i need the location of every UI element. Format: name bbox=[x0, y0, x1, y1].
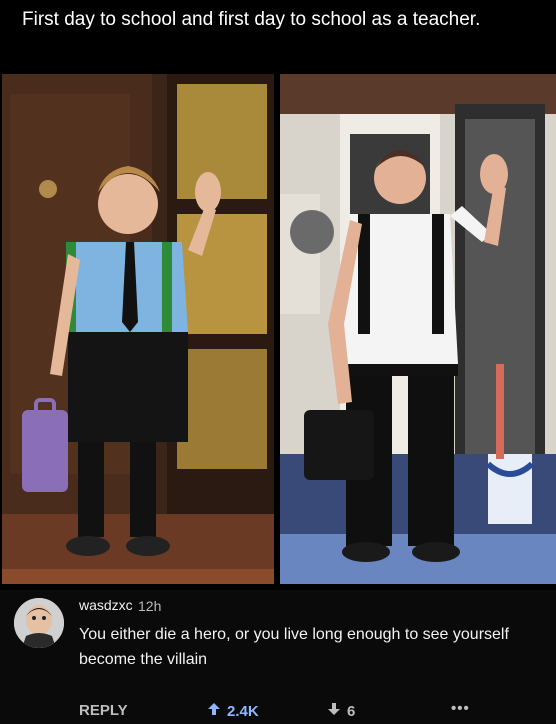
ellipsis-icon[interactable]: ••• bbox=[451, 700, 470, 717]
upvote-count: 2.4K bbox=[227, 702, 259, 720]
comment: wasdzxc 12h You either die a hero, or yo… bbox=[0, 590, 556, 724]
teacher-photo bbox=[280, 74, 556, 584]
comment-text: You either die a hero, or you live long … bbox=[79, 626, 509, 668]
post-caption: First day to school and first day to sch… bbox=[0, 0, 556, 68]
upvote-button[interactable]: 2.4K bbox=[207, 702, 259, 720]
reply-button[interactable]: REPLY bbox=[79, 702, 128, 719]
downvote-button[interactable]: 6 bbox=[327, 702, 355, 720]
avatar[interactable] bbox=[14, 598, 64, 648]
comment-actions: REPLY 2.4K 6 ••• bbox=[79, 700, 549, 722]
username[interactable]: wasdzxc bbox=[79, 597, 133, 613]
child-photo bbox=[2, 74, 274, 584]
downvote-count: 6 bbox=[347, 702, 356, 720]
arrow-up-icon bbox=[207, 702, 221, 720]
comment-age: 12h bbox=[138, 598, 162, 614]
photo-collage bbox=[0, 70, 556, 586]
arrow-down-icon bbox=[327, 702, 341, 720]
